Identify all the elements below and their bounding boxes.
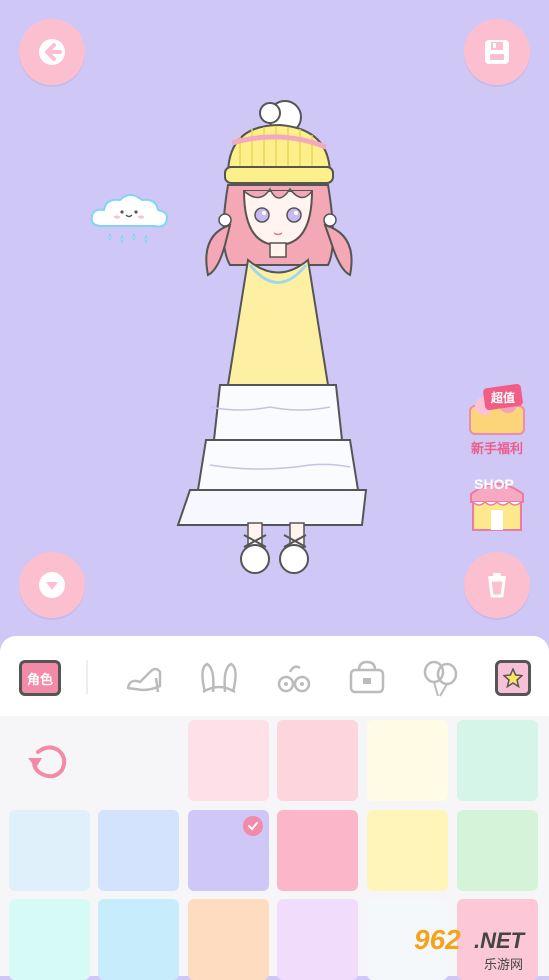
watermark-net: .NET xyxy=(474,928,525,953)
site-watermark: 962 .NET 乐游网 xyxy=(410,924,549,976)
color-swatch[interactable] xyxy=(98,810,179,891)
tab-hair-accessory[interactable] xyxy=(272,658,316,698)
bag-icon xyxy=(349,660,385,694)
undo-arrow-icon xyxy=(28,745,67,779)
shop-label: SHOP xyxy=(474,476,514,492)
category-tabs: 角色 xyxy=(0,636,549,716)
dressup-stage: 超值 新手福利 SHOP xyxy=(0,0,549,640)
color-swatch[interactable] xyxy=(277,810,358,891)
watermark-number: 962 xyxy=(414,924,461,955)
tab-role[interactable]: 角色 xyxy=(18,658,62,698)
shop-button[interactable]: SHOP xyxy=(462,472,532,538)
balloon-icon xyxy=(423,660,458,697)
gift-basket-icon: 超值 xyxy=(469,383,525,435)
tab-bags[interactable] xyxy=(345,658,389,698)
color-swatch[interactable] xyxy=(367,720,448,801)
selected-check-icon xyxy=(243,816,263,836)
tab-role-label: 角色 xyxy=(19,660,61,696)
trash-icon xyxy=(488,573,506,598)
star-icon xyxy=(503,668,523,688)
back-button[interactable] xyxy=(19,19,85,85)
color-swatch[interactable] xyxy=(277,899,358,980)
delete-button[interactable] xyxy=(464,552,530,618)
tab-handheld[interactable] xyxy=(418,658,462,698)
color-swatch[interactable] xyxy=(9,899,90,980)
flower-hairpin-icon xyxy=(277,665,311,693)
color-swatch[interactable] xyxy=(188,899,269,980)
tab-divider xyxy=(86,660,88,694)
color-swatch[interactable] xyxy=(9,810,90,891)
newbie-welfare-badge[interactable]: 超值 新手福利 xyxy=(462,383,532,457)
chevron-down-icon xyxy=(39,572,65,598)
tab-background-frame xyxy=(495,660,531,696)
welfare-label: 新手福利 xyxy=(470,442,523,457)
rain-cloud-icon xyxy=(90,194,168,243)
color-swatch[interactable] xyxy=(457,810,538,891)
welfare-badge-top: 超值 xyxy=(490,390,515,405)
color-swatch[interactable] xyxy=(457,720,538,801)
shoe-icon xyxy=(126,667,162,693)
bunny-ears-icon xyxy=(201,662,237,694)
watermark-site-name: 乐游网 xyxy=(484,958,524,973)
character-avatar xyxy=(176,100,368,574)
arrow-left-icon xyxy=(39,39,65,65)
collapse-down-button[interactable] xyxy=(19,552,85,618)
save-disk-icon xyxy=(485,40,509,64)
save-button[interactable] xyxy=(464,19,530,85)
reset-button[interactable] xyxy=(24,736,74,786)
tab-shoes[interactable] xyxy=(122,658,166,698)
color-swatch[interactable] xyxy=(367,810,448,891)
tab-headwear[interactable] xyxy=(197,658,241,698)
color-swatch[interactable] xyxy=(188,810,269,891)
color-swatch[interactable] xyxy=(277,720,358,801)
color-swatch[interactable] xyxy=(98,899,179,980)
color-swatch[interactable] xyxy=(188,720,269,801)
tab-background[interactable] xyxy=(491,658,535,698)
